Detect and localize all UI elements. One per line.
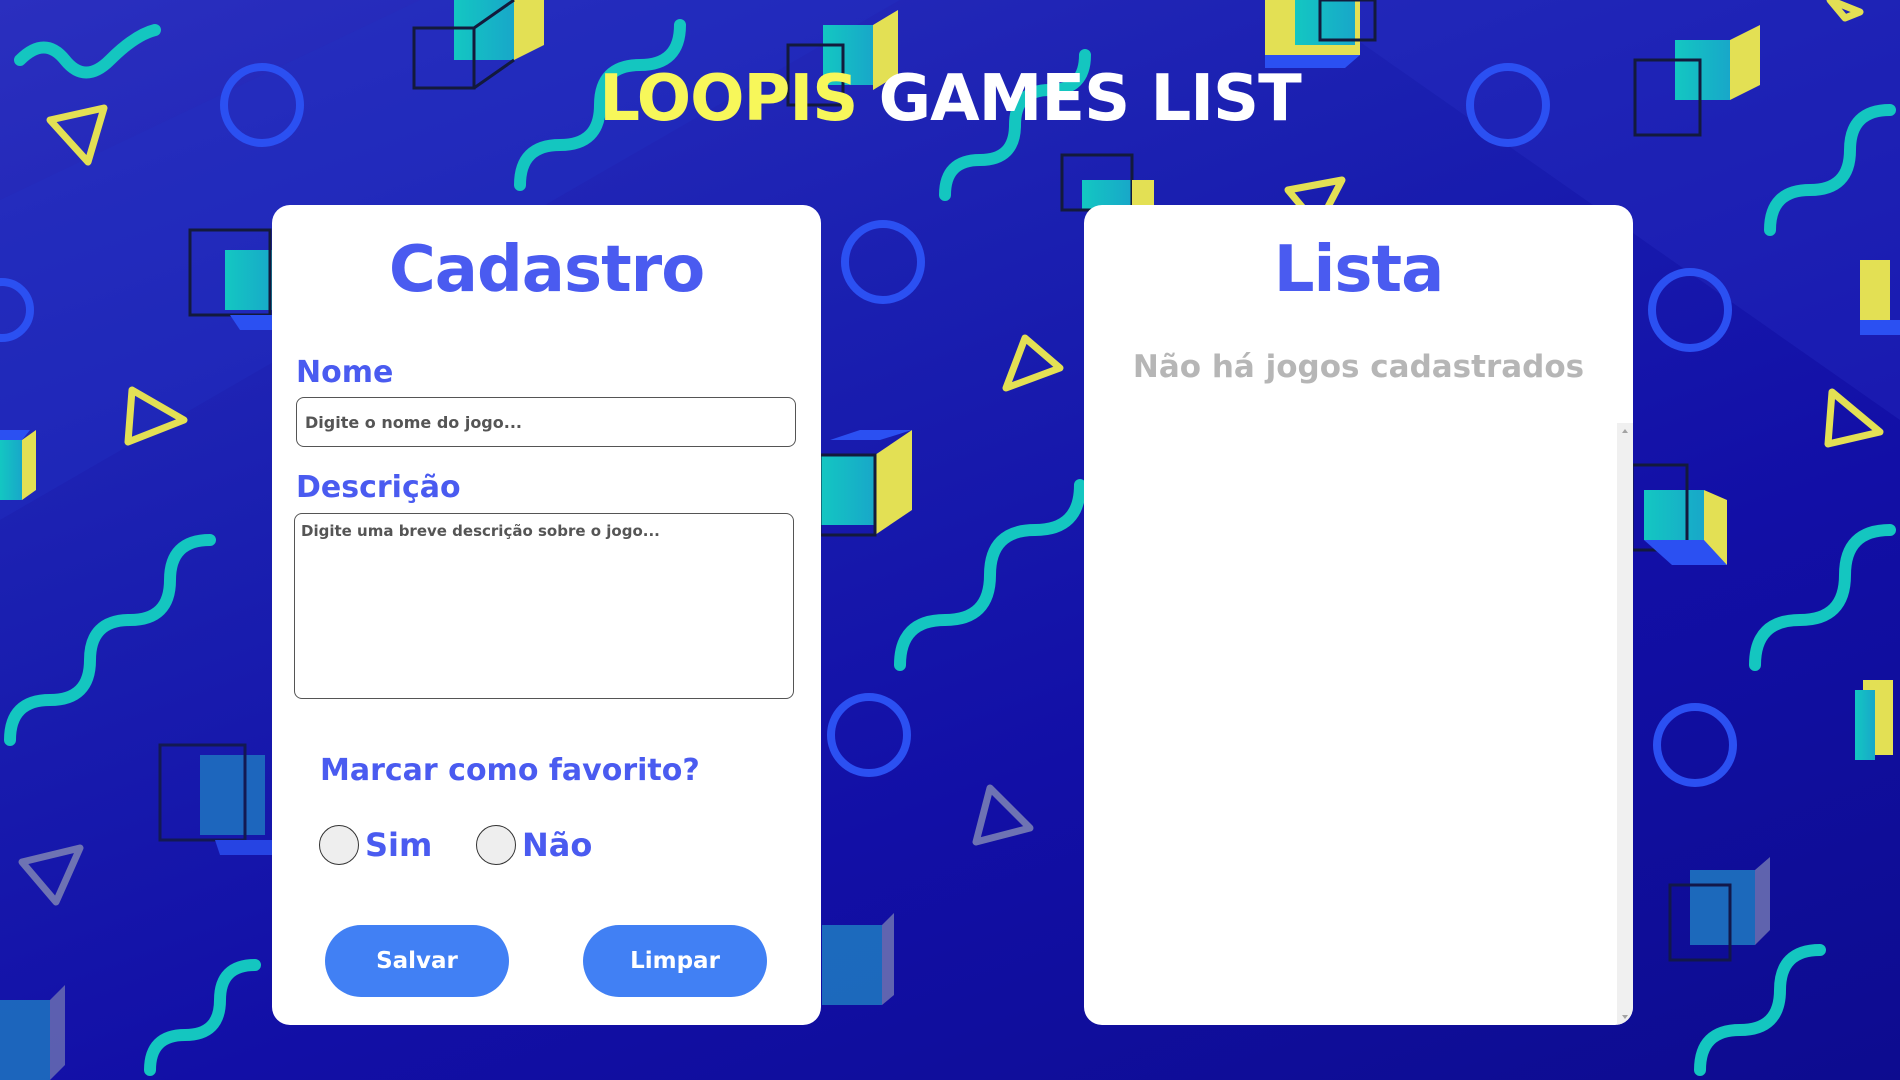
favorite-label: Marcar como favorito? xyxy=(320,753,700,788)
scroll-up-icon[interactable] xyxy=(1622,429,1628,433)
radio-no-label: Não xyxy=(522,826,593,864)
radio-yes-label: Sim xyxy=(365,826,433,864)
name-label: Nome xyxy=(296,355,394,390)
app-title-rest: GAMES LIST xyxy=(878,62,1302,136)
clear-button[interactable]: Limpar xyxy=(583,925,767,997)
app-title: LOOPIS GAMES LIST xyxy=(0,62,1900,136)
description-input[interactable] xyxy=(294,513,794,699)
register-panel: Cadastro Nome Descrição Marcar como favo… xyxy=(272,205,821,1025)
list-title: Lista xyxy=(1273,233,1445,307)
save-button[interactable]: Salvar xyxy=(325,925,509,997)
radio-yes[interactable] xyxy=(319,825,359,865)
favorite-option-no[interactable]: Não xyxy=(476,825,592,865)
favorite-option-yes[interactable]: Sim xyxy=(319,825,432,865)
app-title-accent: LOOPIS xyxy=(599,62,858,136)
list-scrollbar[interactable] xyxy=(1617,423,1633,1025)
empty-list-message: Não há jogos cadastrados xyxy=(1132,349,1585,385)
radio-no[interactable] xyxy=(476,825,516,865)
description-label: Descrição xyxy=(296,470,461,505)
scroll-down-icon[interactable] xyxy=(1622,1015,1628,1019)
name-input[interactable] xyxy=(296,397,796,447)
list-panel: Lista Não há jogos cadastrados xyxy=(1084,205,1633,1025)
register-title: Cadastro xyxy=(388,233,705,307)
